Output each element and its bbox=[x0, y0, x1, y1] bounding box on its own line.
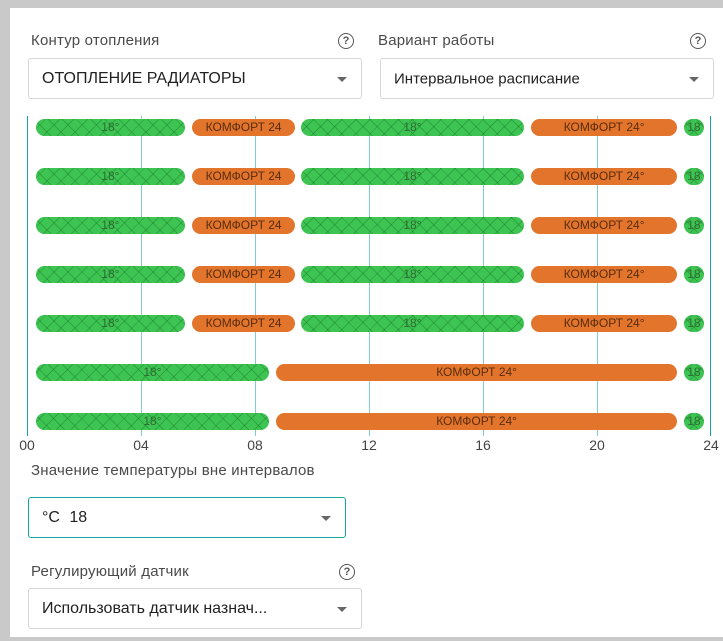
comfort-interval[interactable]: КОМФОРТ 24° bbox=[531, 119, 677, 136]
base-interval[interactable]: 18° bbox=[35, 266, 186, 283]
grid-line-00 bbox=[27, 116, 28, 436]
outside-temp-value: °C 18 bbox=[42, 509, 87, 527]
sensor-label: Регулирующий датчик bbox=[31, 563, 189, 580]
comfort-interval[interactable]: КОМФОРТ 24 bbox=[192, 168, 295, 185]
base-interval[interactable]: 18° bbox=[35, 413, 270, 430]
base-interval[interactable]: 18 bbox=[683, 217, 704, 234]
heating-circuit-help-icon[interactable]: ? bbox=[338, 33, 354, 49]
time-tick-label: 20 bbox=[589, 437, 605, 453]
window-border-top bbox=[0, 0, 723, 8]
comfort-interval[interactable]: КОМФОРТ 24 bbox=[192, 266, 295, 283]
base-interval[interactable]: 18 bbox=[683, 119, 704, 136]
base-interval[interactable]: 18 bbox=[683, 266, 704, 283]
comfort-interval[interactable]: КОМФОРТ 24° bbox=[276, 413, 677, 430]
base-interval[interactable]: 18° bbox=[35, 217, 186, 234]
chevron-down-icon bbox=[689, 76, 699, 82]
sensor-select[interactable]: Использовать датчик назнач... bbox=[28, 588, 362, 629]
comfort-interval[interactable]: КОМФОРТ 24 bbox=[192, 119, 295, 136]
base-interval[interactable]: 18° bbox=[35, 364, 270, 381]
comfort-interval[interactable]: КОМФОРТ 24 bbox=[192, 217, 295, 234]
comfort-interval[interactable]: КОМФОРТ 24 bbox=[192, 315, 295, 332]
outside-temp-select[interactable]: °C 18 bbox=[28, 497, 346, 538]
time-tick-label: 24 bbox=[703, 437, 719, 453]
comfort-interval[interactable]: КОМФОРТ 24° bbox=[531, 168, 677, 185]
time-tick-label: 16 bbox=[475, 437, 491, 453]
base-interval[interactable]: 18° bbox=[300, 119, 525, 136]
comfort-interval[interactable]: КОМФОРТ 24° bbox=[531, 315, 677, 332]
base-interval[interactable]: 18 bbox=[683, 168, 704, 185]
base-interval[interactable]: 18° bbox=[300, 315, 525, 332]
sensor-help-icon[interactable]: ? bbox=[339, 564, 355, 580]
comfort-interval[interactable]: КОМФОРТ 24° bbox=[276, 364, 677, 381]
grid-line-24 bbox=[710, 116, 711, 436]
time-tick-label: 12 bbox=[361, 437, 377, 453]
window-border-left bbox=[0, 0, 10, 641]
heating-circuit-label: Контур отопления bbox=[31, 32, 160, 49]
base-interval[interactable]: 18 bbox=[683, 364, 704, 381]
heating-circuit-select[interactable]: ОТОПЛЕНИЕ РАДИАТОРЫ bbox=[28, 58, 362, 99]
base-interval[interactable]: 18° bbox=[35, 119, 186, 136]
outside-temp-label: Значение температуры вне интервалов bbox=[31, 462, 315, 479]
base-interval[interactable]: 18° bbox=[35, 168, 186, 185]
chevron-down-icon bbox=[337, 76, 347, 82]
sensor-value: Использовать датчик назнач... bbox=[42, 599, 268, 617]
base-interval[interactable]: 18° bbox=[35, 315, 186, 332]
time-tick-label: 08 bbox=[247, 437, 263, 453]
base-interval[interactable]: 18 bbox=[683, 315, 704, 332]
base-interval[interactable]: 18° bbox=[300, 217, 525, 234]
comfort-interval[interactable]: КОМФОРТ 24° bbox=[531, 217, 677, 234]
time-tick-label: 04 bbox=[133, 437, 149, 453]
work-mode-label: Вариант работы bbox=[378, 32, 495, 49]
time-tick-label: 00 bbox=[19, 437, 35, 453]
work-mode-value: Интервальное расписание bbox=[394, 70, 580, 87]
base-interval[interactable]: 18 bbox=[683, 413, 704, 430]
chevron-down-icon bbox=[337, 606, 347, 612]
work-mode-help-icon[interactable]: ? bbox=[690, 33, 706, 49]
window-border-bottom bbox=[0, 637, 723, 641]
outside-temp-unit: °C bbox=[42, 508, 60, 526]
outside-temp-number: 18 bbox=[69, 508, 88, 526]
base-interval[interactable]: 18° bbox=[300, 168, 525, 185]
chevron-down-icon bbox=[321, 515, 331, 521]
work-mode-select[interactable]: Интервальное расписание bbox=[380, 58, 714, 99]
comfort-interval[interactable]: КОМФОРТ 24° bbox=[531, 266, 677, 283]
weekly-schedule: 18° КОМФОРТ 24 18° КОМФОРТ 24° 18 18° КОМФОРТ … bbox=[27, 116, 711, 436]
base-interval[interactable]: 18° bbox=[300, 266, 525, 283]
heating-circuit-value: ОТОПЛЕНИЕ РАДИАТОРЫ bbox=[42, 69, 246, 87]
